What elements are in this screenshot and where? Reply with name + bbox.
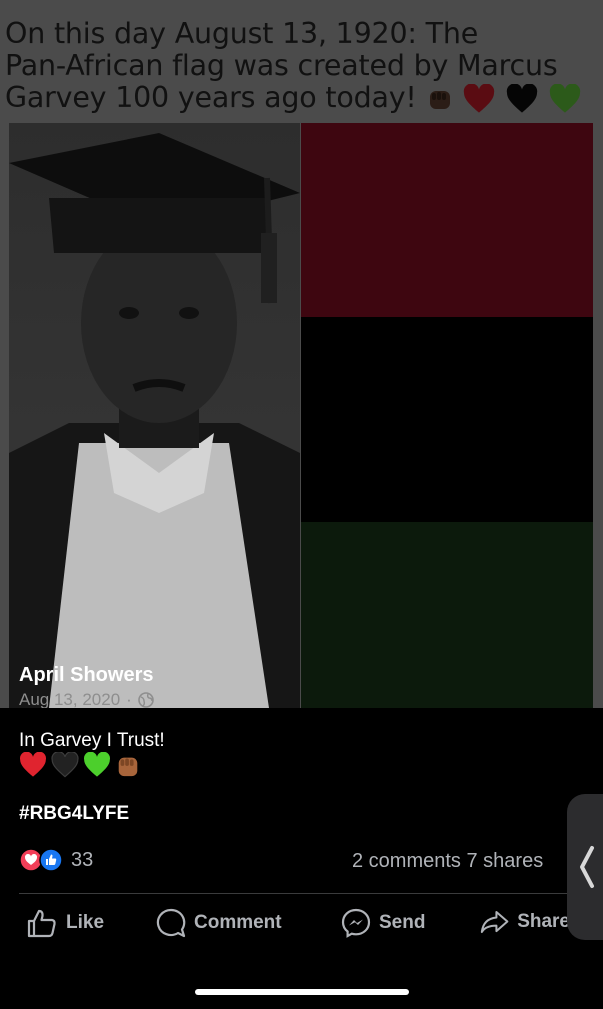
headline-line-3: Garvey 100 years ago today! — [5, 82, 600, 114]
post-image-viewer[interactable]: On this day August 13, 1920: The Pan-Afr… — [0, 0, 603, 708]
comment-bubble-icon — [156, 908, 186, 938]
flag-green-stripe — [301, 522, 593, 708]
post-meta: Aug 13, 2020 · — [19, 690, 154, 708]
send-label: Send — [379, 912, 426, 933]
red-heart-icon — [20, 752, 46, 777]
share-arrow-icon — [480, 910, 509, 934]
post-caption: In Garvey I Trust! — [19, 730, 165, 751]
caption-emojis — [19, 752, 141, 778]
share-label: Share — [517, 911, 570, 932]
globe-icon — [138, 692, 154, 708]
headline-line-1: On this day August 13, 1920: The — [5, 17, 479, 50]
messenger-icon — [341, 908, 371, 938]
comment-button[interactable]: Comment — [156, 908, 282, 938]
black-heart-icon — [51, 752, 79, 778]
thumbs-up-icon — [27, 909, 56, 938]
side-panel-handle[interactable] — [567, 794, 603, 940]
green-heart-icon — [549, 84, 581, 113]
headline-line-3-text: Garvey 100 years ago today! — [5, 81, 417, 114]
like-label: Like — [66, 912, 105, 933]
pan-african-flag — [301, 123, 593, 708]
post-hashtag[interactable]: #RBG4LYFE — [19, 803, 129, 825]
actions-divider — [19, 893, 583, 894]
post-author[interactable]: April Showers — [19, 664, 153, 687]
black-heart-icon — [507, 84, 538, 113]
reaction-count: 33 — [71, 848, 94, 871]
post-stats[interactable]: 2 comments 7 shares — [352, 850, 543, 873]
comment-label: Comment — [194, 912, 282, 933]
like-reaction-icon — [39, 848, 63, 872]
chevron-left-icon — [580, 846, 594, 888]
post-date[interactable]: Aug 13, 2020 — [19, 690, 120, 708]
green-heart-icon — [84, 752, 110, 777]
flag-red-stripe — [301, 123, 593, 317]
home-indicator[interactable] — [195, 989, 409, 995]
marcus-garvey-photo — [9, 123, 300, 708]
meta-separator: · — [126, 690, 132, 708]
flag-black-stripe — [301, 317, 593, 522]
reaction-summary[interactable]: 33 — [19, 848, 93, 872]
send-button[interactable]: Send — [341, 908, 425, 938]
headline-line-2: Pan-African flag was created by Marcus — [5, 49, 558, 82]
post-image: On this day August 13, 1920: The Pan-Afr… — [0, 0, 603, 708]
red-heart-icon — [464, 84, 495, 113]
portrait-illustration — [9, 123, 300, 708]
fist-icon — [429, 91, 450, 109]
like-button[interactable]: Like — [26, 908, 104, 938]
fist-icon — [118, 757, 138, 777]
image-headline: On this day August 13, 1920: The Pan-Afr… — [5, 18, 600, 114]
share-button[interactable]: Share — [480, 908, 570, 936]
